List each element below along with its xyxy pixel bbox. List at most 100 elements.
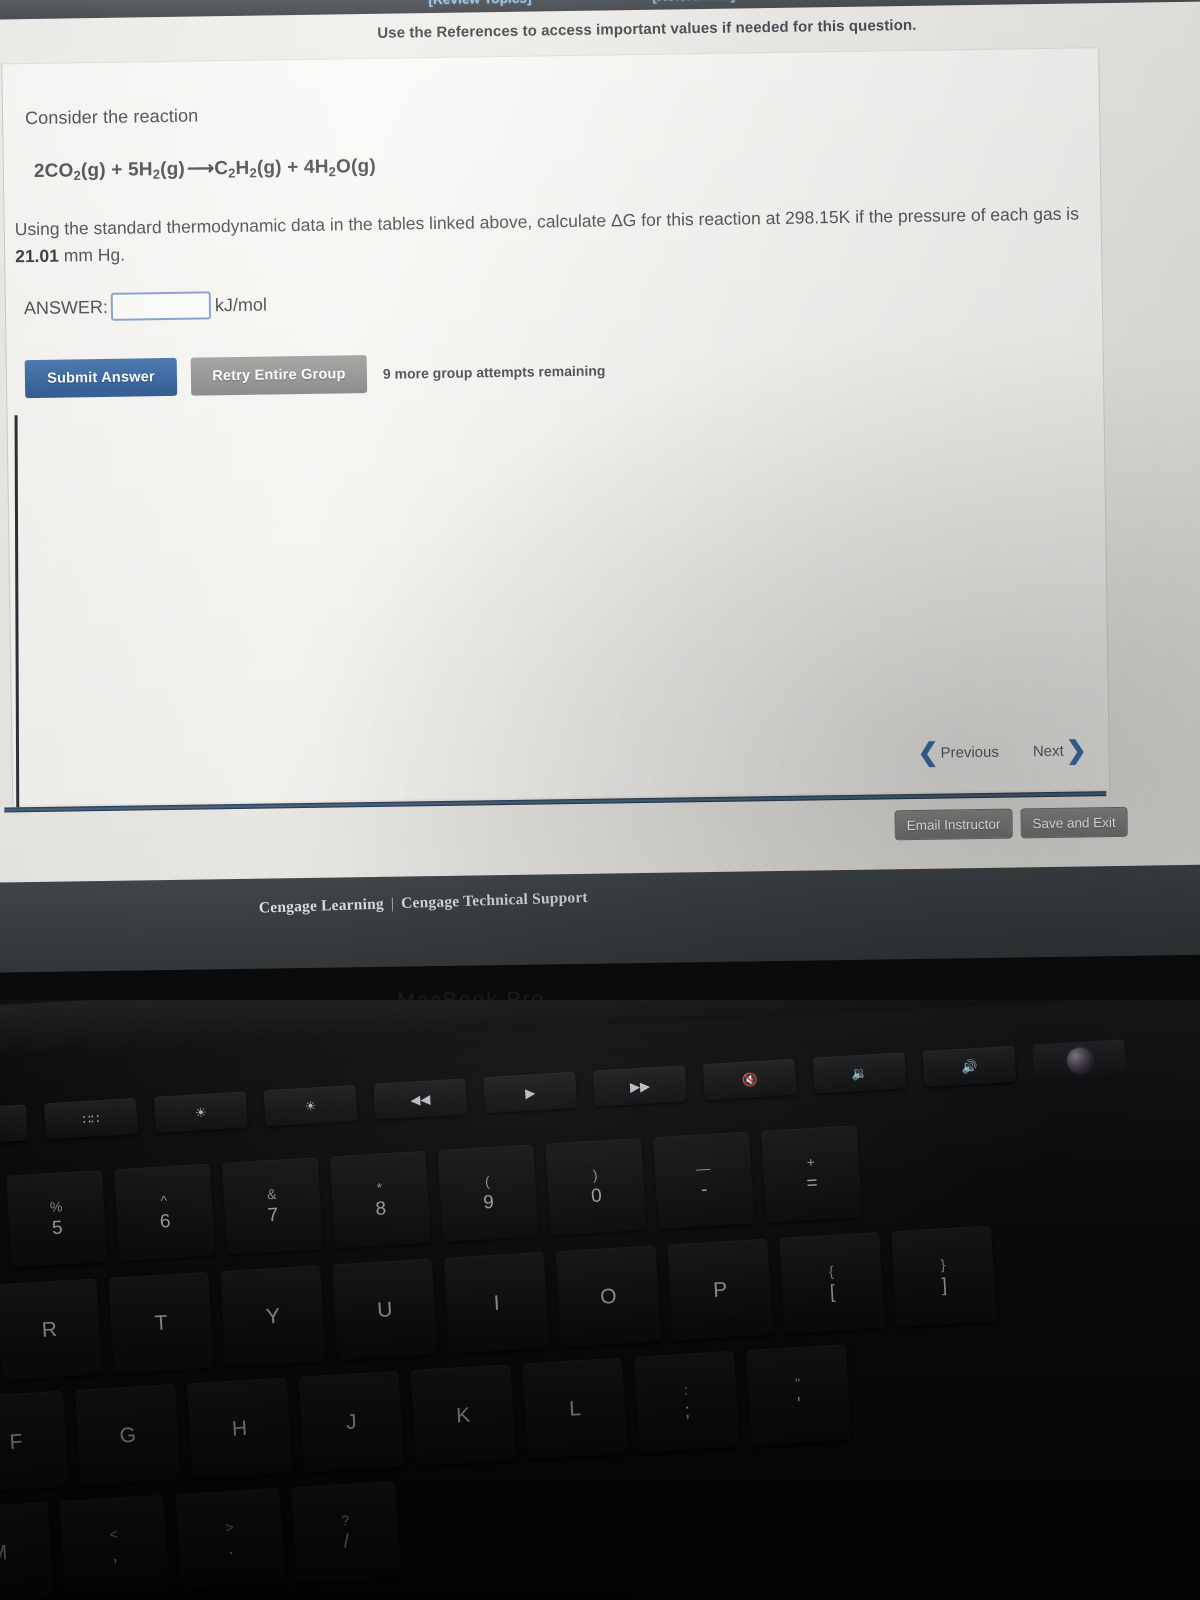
key-i[interactable]: I: [443, 1251, 550, 1354]
footer-links: Cengage Learning | Cengage Technical Suppo…: [259, 889, 589, 918]
key-7[interactable]: & 7: [221, 1157, 324, 1255]
exit-button-row: Email Instructor Save and Exit: [894, 806, 1128, 841]
equation-product-d-tail: O(g): [335, 155, 377, 178]
key-k[interactable]: K: [410, 1364, 516, 1466]
play-icon: ▶: [524, 1084, 536, 1101]
action-button-row: Submit Answer Retry Entire Group 9 more …: [24, 352, 606, 399]
key-0[interactable]: ) 0: [545, 1138, 647, 1236]
question-prompt: Using the standard thermodynamic data in…: [15, 200, 1102, 269]
key-rewind-icon[interactable]: ◀◀: [373, 1078, 468, 1120]
chemical-equation: 2CO2(g) + 5H2(g)⟶C2H2(g) + 4H2O(g): [34, 155, 376, 184]
mute-icon: 🔇: [741, 1071, 759, 1088]
prompt-text-before: Using the standard thermodynamic data in…: [14, 203, 1080, 240]
top-navigation-bar: [Review Topics] [References]: [0, 0, 1200, 20]
chevron-right-icon: ❯: [1065, 736, 1087, 765]
key-mission-control-icon[interactable]: ⬚⬚: [0, 1104, 29, 1146]
key-/[interactable]: ? /: [291, 1481, 401, 1584]
save-and-exit-button[interactable]: Save and Exit: [1020, 806, 1128, 839]
answer-label: ANSWER:: [23, 296, 109, 318]
keyboard-deck: ⬚⬚∷∷☀☀◀◀▶▶▶🔇🔉🔊 $4%5^6&7*8(9)0—-+= ERTYUI…: [0, 1000, 1200, 1600]
laptop-display: [Review Topics] [References] Use the Ref…: [0, 0, 1200, 1013]
key-.[interactable]: >.: [175, 1488, 285, 1591]
key-h[interactable]: H: [186, 1377, 293, 1480]
launchpad-icon: ∷∷: [82, 1110, 100, 1127]
key-9[interactable]: (9: [437, 1144, 539, 1242]
review-topics-link[interactable]: [Review Topics]: [428, 0, 531, 7]
screenshot-root: [Review Topics] [References] Use the Ref…: [0, 0, 1200, 1600]
previous-question-link[interactable]: ❮ Previous: [917, 738, 1000, 767]
references-link[interactable]: [References]: [652, 0, 735, 4]
keyboard-brightness-down-icon: ☀: [194, 1104, 208, 1120]
key-p[interactable]: P: [667, 1238, 773, 1341]
key-6[interactable]: ^ 6: [113, 1163, 216, 1262]
answer-unit-label: kJ/mol: [214, 294, 268, 315]
key-,[interactable]: <,: [59, 1494, 170, 1597]
page-footer: Cengage Learning | Cengage Technical Suppo…: [0, 864, 1200, 973]
equation-arrow-icon: ⟶: [186, 158, 213, 180]
answer-row: ANSWER: kJ/mol: [24, 291, 267, 323]
bottom-key-row: NM<,>.?/: [0, 1481, 401, 1600]
submit-answer-button[interactable]: Submit Answer: [24, 357, 178, 399]
key-5[interactable]: % 5: [6, 1170, 108, 1268]
key-l[interactable]: L: [522, 1357, 628, 1460]
key-f[interactable]: F: [0, 1390, 69, 1493]
cengage-technical-support-link[interactable]: Cengage Technical Support: [401, 889, 588, 912]
key-r[interactable]: R: [0, 1278, 103, 1381]
equation-reactant-a: 2CO: [33, 160, 74, 182]
key-launchpad-icon[interactable]: ∷∷: [43, 1097, 138, 1140]
cengage-learning-link[interactable]: Cengage Learning: [259, 896, 385, 917]
key-o[interactable]: O: [555, 1245, 662, 1348]
next-label: Next: [1032, 742, 1064, 761]
key-mute-icon[interactable]: 🔇: [702, 1058, 797, 1101]
key-punct-;[interactable]: :;: [634, 1350, 740, 1453]
references-helper-text: Use the References to access important v…: [377, 16, 917, 42]
footer-separator: |: [390, 895, 395, 913]
fast-forward-icon: ▶▶: [629, 1077, 651, 1095]
rewind-icon: ◀◀: [409, 1090, 431, 1108]
retry-entire-group-button[interactable]: Retry Entire Group: [190, 355, 368, 396]
answer-input[interactable]: [110, 291, 212, 321]
pagination-nav: ❮ Previous Next ❯: [917, 736, 1087, 767]
fingerprint-icon: [1065, 1046, 1093, 1074]
equation-reactant-a-state: (g) + 5H: [80, 159, 153, 182]
laptop-keyboard: ⬚⬚∷∷☀☀◀◀▶▶▶🔇🔉🔊 $4%5^6&7*8(9)0—-+= ERTYUI…: [0, 1000, 1200, 1600]
topbar-links: [Review Topics] [References]: [0, 0, 1200, 20]
browser-viewport: [Review Topics] [References] Use the Ref…: [0, 0, 1200, 886]
key-=[interactable]: + =: [760, 1125, 863, 1223]
key-j[interactable]: J: [298, 1370, 405, 1473]
key-keyboard-brightness-up-icon[interactable]: ☀: [263, 1084, 358, 1127]
attempts-remaining-text: 9 more group attempts remaining: [382, 362, 606, 382]
prompt-pressure-value: 21.01: [14, 245, 60, 266]
question-card: Consider the reaction 2CO2(g) + 5H2(g)⟶C…: [1, 47, 1111, 806]
key-bracket-][interactable]: }]: [891, 1225, 997, 1328]
equation-reactant-b-state: (g): [159, 158, 186, 181]
keyboard-brightness-up-icon: ☀: [304, 1097, 317, 1114]
email-instructor-button[interactable]: Email Instructor: [894, 808, 1013, 841]
key-8[interactable]: * 8: [329, 1150, 431, 1249]
key-t[interactable]: T: [108, 1271, 214, 1374]
key-volume-down-icon[interactable]: 🔉: [812, 1052, 907, 1094]
touch-id-button[interactable]: [1032, 1039, 1127, 1081]
key-play-icon[interactable]: ▶: [483, 1071, 578, 1114]
key-punct-'[interactable]: " ': [745, 1344, 852, 1446]
key-keyboard-brightness-down-icon[interactable]: ☀: [153, 1091, 248, 1133]
key-y[interactable]: Y: [220, 1265, 326, 1368]
next-question-link[interactable]: Next ❯: [1032, 736, 1087, 765]
equation-product-c: C: [214, 158, 229, 180]
key-u[interactable]: U: [332, 1258, 438, 1361]
function-key-row: ⬚⬚∷∷☀☀◀◀▶▶▶🔇🔉🔊: [0, 1039, 1127, 1146]
key-m[interactable]: M: [0, 1501, 54, 1600]
equation-product-c-mid: H: [235, 157, 250, 179]
volume-up-icon: 🔊: [960, 1058, 978, 1075]
equation-product-c-state: (g) + 4H: [256, 156, 329, 179]
key-volume-up-icon[interactable]: 🔊: [922, 1045, 1017, 1088]
key-fast-forward-icon[interactable]: ▶▶: [592, 1065, 687, 1107]
key--[interactable]: — -: [653, 1131, 755, 1230]
chevron-left-icon: ❮: [917, 738, 939, 767]
consider-the-reaction-label: Consider the reaction: [24, 105, 199, 129]
prompt-text-after: mm Hg.: [58, 244, 126, 266]
previous-label: Previous: [940, 743, 1000, 762]
key-bracket-[[interactable]: {[: [779, 1232, 885, 1334]
volume-down-icon: 🔉: [851, 1064, 869, 1081]
key-g[interactable]: G: [75, 1384, 181, 1486]
